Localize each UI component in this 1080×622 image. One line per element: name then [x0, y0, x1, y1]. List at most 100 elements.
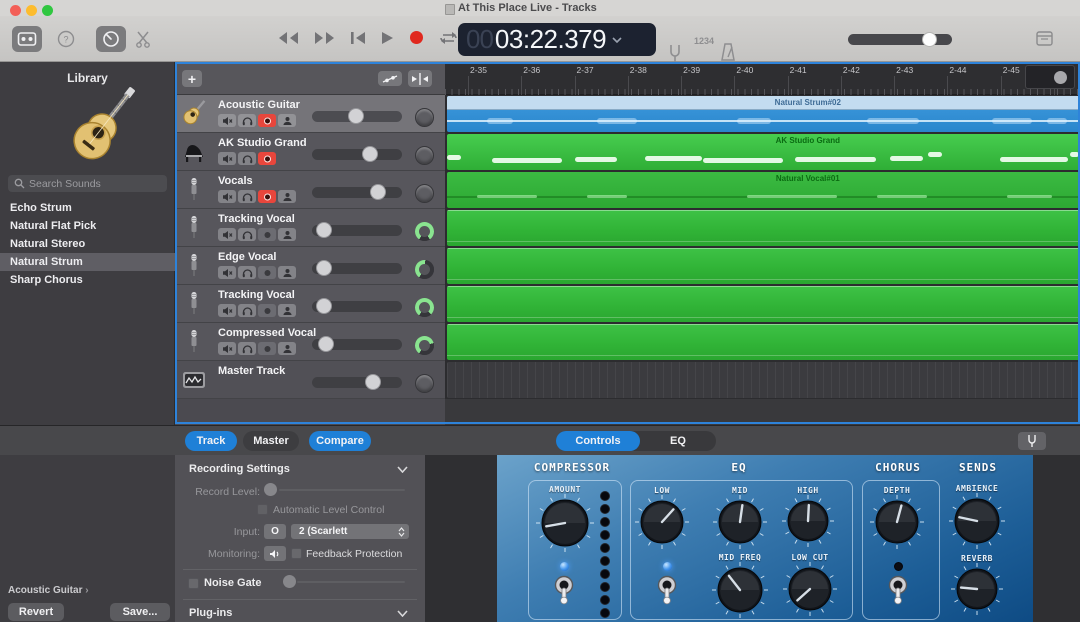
tab-compare[interactable]: Compare — [309, 431, 371, 451]
region[interactable]: AK Studio Grand — [447, 134, 1080, 170]
record-enable-button[interactable] — [258, 114, 276, 127]
auto-level-checkbox[interactable] — [257, 504, 268, 515]
master-volume-handle[interactable] — [922, 32, 937, 47]
input-monitor-button[interactable] — [278, 114, 296, 127]
input-source-dropdown[interactable]: 2 (Scarlett — [291, 524, 409, 539]
zoom-window-button[interactable] — [42, 5, 53, 16]
pan-knob[interactable] — [415, 298, 434, 317]
headphones-button[interactable] — [238, 228, 256, 241]
record-level-slider-track[interactable] — [279, 489, 405, 491]
region[interactable] — [447, 210, 1080, 246]
mute-button[interactable] — [218, 342, 236, 355]
library-item[interactable]: Natural Flat Pick — [0, 217, 175, 235]
pan-knob[interactable] — [415, 374, 434, 393]
ambience-knob[interactable] — [948, 492, 1006, 555]
library-item[interactable]: Echo Strum — [0, 199, 175, 217]
track-volume-handle[interactable] — [365, 374, 381, 390]
track-volume-slider[interactable] — [312, 225, 402, 236]
pan-knob[interactable] — [415, 336, 434, 355]
zoom-slider[interactable] — [1025, 65, 1075, 89]
region[interactable]: Natural Strum#02 — [447, 96, 1080, 132]
track-volume-slider[interactable] — [312, 111, 402, 122]
input-monitor-button[interactable] — [278, 190, 296, 203]
input-format-button[interactable]: O — [264, 524, 286, 539]
record-button[interactable] — [409, 30, 424, 45]
amount-knob[interactable] — [535, 493, 595, 558]
quick-help-button[interactable]: ? — [56, 29, 76, 49]
input-monitor-button[interactable] — [278, 266, 296, 279]
smart-controls-button[interactable] — [96, 26, 126, 52]
mute-button[interactable] — [218, 228, 236, 241]
pan-knob[interactable] — [415, 222, 434, 241]
pan-knob[interactable] — [415, 184, 434, 203]
region[interactable] — [447, 324, 1080, 360]
low-knob[interactable] — [634, 494, 690, 555]
library-toggle-button[interactable] — [12, 26, 42, 52]
headphones-button[interactable] — [238, 304, 256, 317]
track-volume-slider[interactable] — [312, 187, 402, 198]
count-in-button[interactable]: 1234 — [694, 36, 714, 46]
add-track-button[interactable]: + — [182, 70, 202, 87]
collapse-chevron-icon[interactable] — [397, 610, 408, 617]
play-button[interactable] — [381, 31, 394, 45]
tuning-button[interactable] — [1018, 432, 1046, 450]
compressor-switch[interactable] — [553, 575, 575, 610]
track-header[interactable]: Compressed Vocal — [175, 323, 445, 361]
timeline-ruler[interactable]: 2-352-362-372-382-392-402-412-422-432-44… — [445, 62, 1080, 95]
cycle-button[interactable] — [439, 31, 458, 45]
track-header[interactable]: Edge Vocal — [175, 247, 445, 285]
library-item[interactable]: Natural Stereo — [0, 235, 175, 253]
eq-switch[interactable] — [656, 575, 678, 610]
input-monitor-button[interactable] — [278, 342, 296, 355]
headphones-button[interactable] — [238, 190, 256, 203]
depth-knob[interactable] — [869, 494, 925, 555]
lcd-time-display[interactable]: 00 03:22.379 — [458, 23, 656, 56]
mid-freq-knob[interactable] — [711, 561, 769, 622]
record-enable-button[interactable] — [258, 342, 276, 355]
tab-eq[interactable]: EQ — [640, 431, 716, 451]
record-enable-button[interactable] — [258, 190, 276, 203]
track-volume-slider[interactable] — [312, 339, 402, 350]
track-volume-handle[interactable] — [316, 298, 332, 314]
track-volume-handle[interactable] — [316, 260, 332, 276]
headphones-button[interactable] — [238, 152, 256, 165]
pan-knob[interactable] — [415, 108, 434, 127]
track-volume-slider[interactable] — [312, 149, 402, 160]
headphones-button[interactable] — [238, 114, 256, 127]
track-header[interactable]: Master Track — [175, 361, 445, 399]
track-volume-handle[interactable] — [316, 222, 332, 238]
save-button[interactable]: Save... — [110, 603, 170, 621]
track-header[interactable]: AK Studio Grand — [175, 133, 445, 171]
mute-button[interactable] — [218, 266, 236, 279]
rewind-button[interactable] — [278, 31, 299, 45]
reverb-knob[interactable] — [950, 562, 1004, 621]
media-browser-icon[interactable] — [1036, 31, 1053, 46]
mute-button[interactable] — [218, 152, 236, 165]
track-header[interactable]: Tracking Vocal — [175, 209, 445, 247]
track-header[interactable]: Vocals — [175, 171, 445, 209]
region[interactable]: Natural Vocal#01 — [447, 172, 1080, 208]
track-volume-handle[interactable] — [362, 146, 378, 162]
noise-gate-slider-handle[interactable] — [283, 575, 296, 588]
feedback-protection-checkbox[interactable] — [291, 548, 302, 559]
monitoring-button[interactable] — [264, 546, 286, 561]
tab-controls[interactable]: Controls — [556, 431, 640, 451]
automation-button[interactable] — [378, 71, 402, 86]
track-volume-handle[interactable] — [370, 184, 386, 200]
track-volume-slider[interactable] — [312, 377, 402, 388]
record-level-slider-handle[interactable] — [264, 483, 277, 496]
go-to-beginning-button[interactable] — [350, 31, 366, 45]
mute-button[interactable] — [218, 304, 236, 317]
minimize-window-button[interactable] — [26, 5, 37, 16]
region[interactable] — [447, 362, 1080, 398]
editors-button[interactable] — [132, 28, 154, 50]
mute-button[interactable] — [218, 114, 236, 127]
revert-button[interactable]: Revert — [8, 603, 64, 621]
input-monitor-button[interactable] — [278, 228, 296, 241]
low-cut-knob[interactable] — [782, 561, 838, 622]
collapse-chevron-icon[interactable] — [397, 466, 408, 473]
metronome-icon[interactable] — [720, 43, 736, 62]
chevron-down-icon[interactable] — [612, 37, 622, 43]
high-knob[interactable] — [781, 494, 835, 553]
library-item[interactable]: Natural Strum — [0, 253, 175, 271]
